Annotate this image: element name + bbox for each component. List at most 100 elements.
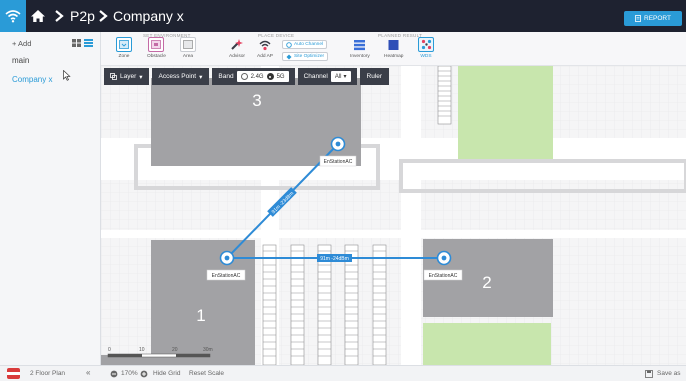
advisor-icon: [229, 37, 245, 52]
toolbar: SET ENVIRONMENT PLACE DEVICE PLANNED RES…: [101, 32, 686, 66]
scale-tick-0: 0: [108, 347, 111, 353]
save-as-button[interactable]: Save as: [657, 370, 681, 377]
report-button[interactable]: REPORT: [624, 11, 682, 26]
home-icon[interactable]: [30, 8, 46, 24]
heatmap-label: Heatmap: [384, 54, 404, 59]
chevron-right-icon: [55, 10, 64, 22]
band-24-radio[interactable]: [240, 73, 248, 80]
ap-tag-1-text: EnStationAC: [324, 159, 353, 165]
obstacle-icon: [148, 37, 165, 52]
ruler-button[interactable]: Ruler: [359, 68, 390, 85]
band-selector: Band 2.4G 5G: [212, 68, 295, 85]
add-ap-icon: [257, 37, 273, 52]
advisor-label: Advisor: [229, 54, 245, 59]
channel-dropdown[interactable]: All ▾: [330, 71, 351, 82]
collapse-sidebar-icon[interactable]: «: [86, 368, 90, 377]
zone-tool[interactable]: Zone: [116, 37, 132, 59]
ap-tag-3: EnStationAC: [423, 269, 463, 281]
room-label-3: 3: [252, 91, 261, 110]
chevron-right-icon: [99, 10, 108, 22]
save-icon: [645, 370, 653, 378]
scale-tick-30: 30m: [203, 347, 213, 353]
list-view-icon[interactable]: [84, 39, 93, 47]
caret-down-icon: ▾: [343, 74, 347, 80]
wds-icon: [418, 37, 434, 52]
ap-tag-2: EnStationAC: [206, 269, 246, 281]
room-label-2: 2: [482, 273, 491, 292]
channel-selector: Channel All ▾: [297, 68, 357, 85]
link-label-2-text: 91m -24dBm: [320, 256, 349, 262]
report-label: REPORT: [644, 15, 671, 22]
inventory-icon: [352, 37, 368, 52]
zoom-level: 170%: [121, 370, 138, 377]
band-5-label: 5G: [276, 73, 285, 80]
green-zone: [423, 323, 551, 365]
hide-grid-button[interactable]: Hide Grid: [153, 370, 180, 377]
channel-value: All: [334, 73, 342, 80]
area-label: Area: [182, 54, 194, 59]
advisor-tool[interactable]: Advisor: [229, 37, 245, 59]
inventory-tool[interactable]: Inventory: [350, 37, 370, 59]
area-tool[interactable]: Area: [180, 37, 196, 59]
site-optimizer-button[interactable]: Site Optimizer: [282, 52, 329, 61]
site-optimizer-icon: [286, 54, 292, 59]
green-zone: [458, 66, 553, 159]
floor-flag-icon: [7, 368, 20, 379]
access-point-dropdown[interactable]: Access Point ▾: [151, 68, 210, 85]
sidebar-item-company-x[interactable]: Company x: [12, 75, 52, 84]
auto-channel-icon: [286, 41, 292, 48]
add-ap-tool[interactable]: Add AP: [257, 37, 273, 59]
heatmap-tool[interactable]: Heatmap: [384, 37, 403, 59]
wds-tool[interactable]: WDS: [418, 37, 434, 59]
caret-down-icon: ▾: [199, 73, 203, 81]
sidebar-item-main[interactable]: main: [12, 56, 29, 65]
grid-view-icon[interactable]: [72, 39, 81, 47]
ap-tag-1: EnStationAC: [319, 155, 357, 167]
zoom-out-icon[interactable]: [110, 370, 118, 378]
auto-channel-label: Auto Channel: [294, 42, 324, 47]
inventory-label: Inventory: [350, 54, 370, 59]
ap-tag-2-text: EnStationAC: [212, 273, 241, 279]
band-24-label: 2.4G: [250, 73, 264, 80]
band-5-radio[interactable]: [266, 73, 274, 80]
auto-channel-button[interactable]: Auto Channel: [282, 40, 328, 49]
ap-tag-3-text: EnStationAC: [429, 273, 458, 279]
site-optimizer-label: Site Optimizer: [294, 54, 325, 59]
floor-plan-canvas[interactable]: 3 1 2 91m -23dBm 91m -24dBm EnStationAC …: [101, 66, 686, 365]
zone-label: Zone: [118, 54, 130, 59]
mouse-cursor-icon: [63, 70, 71, 81]
corridor: [401, 66, 421, 365]
scale-tick-20: 20: [172, 347, 178, 353]
breadcrumb-site: Company x: [113, 8, 184, 24]
layers-icon: [110, 73, 117, 80]
area-icon: [180, 37, 196, 52]
wds-label: WDS: [420, 54, 432, 59]
reset-scale-button[interactable]: Reset Scale: [189, 370, 224, 377]
access-point-1[interactable]: [330, 136, 346, 152]
access-point-3[interactable]: [436, 250, 452, 266]
wifi-logo-icon[interactable]: [0, 0, 26, 32]
report-icon: [635, 15, 641, 22]
ruler-label: Ruler: [366, 73, 383, 80]
sidebar: + Add main Company x: [0, 32, 101, 365]
zoom-in-icon[interactable]: [140, 370, 148, 378]
room-label-1: 1: [196, 306, 205, 325]
corridor: [101, 230, 686, 238]
heatmap-icon: [386, 37, 402, 52]
access-point-2[interactable]: [219, 250, 235, 266]
scale-tick-10: 10: [139, 347, 145, 353]
band-label: Band: [218, 73, 234, 80]
zone-icon: [116, 37, 132, 52]
caret-down-icon: ▾: [139, 73, 143, 81]
access-point-label: Access Point: [158, 73, 197, 80]
layer-dropdown[interactable]: Layer ▾: [104, 68, 149, 85]
floor-selector[interactable]: 2 Floor Plan: [30, 370, 65, 377]
add-ap-label: Add AP: [257, 54, 274, 59]
add-site-button[interactable]: + Add: [12, 39, 31, 48]
breadcrumb-project[interactable]: P2p: [70, 6, 95, 26]
band-options: 2.4G 5G: [236, 71, 289, 82]
obstacle-tool[interactable]: Obstacle: [147, 37, 166, 59]
obstacle-label: Obstacle: [147, 54, 166, 59]
link-label-2: 91m -24dBm: [317, 254, 352, 262]
layer-label: Layer: [120, 73, 137, 80]
